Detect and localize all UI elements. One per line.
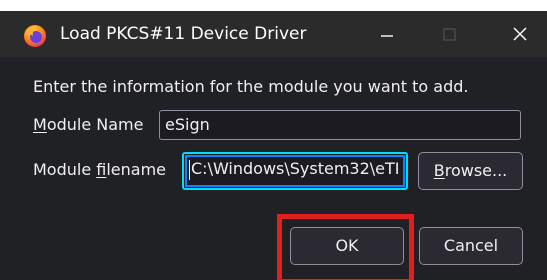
cancel-button[interactable]: Cancel: [419, 227, 523, 265]
browse-button[interactable]: Browse...: [418, 152, 523, 190]
module-filename-label-text: ilename: [106, 160, 167, 179]
module-name-label-text: odule Name: [46, 115, 144, 134]
text-caret: [189, 159, 190, 180]
module-filename-label-prefix: Module: [33, 160, 97, 179]
dialog-window: Load PKCS#11 Device Driver Enter the inf…: [0, 11, 547, 280]
module-name-accesskey: M: [33, 115, 47, 134]
module-name-label: Module Name: [33, 115, 143, 135]
module-filename-label: Module filename: [33, 160, 166, 180]
title-bar[interactable]: Load PKCS#11 Device Driver: [0, 11, 547, 57]
dialog-body: Enter the information for the module you…: [0, 57, 547, 280]
ok-highlight-box: [277, 214, 414, 280]
maximize-icon: [443, 28, 456, 41]
browse-accesskey: B: [433, 161, 445, 180]
module-filename-input[interactable]: C:\Windows\System32\eTI: [182, 152, 408, 190]
browse-label: rowse...: [444, 161, 508, 180]
intro-text: Enter the information for the module you…: [33, 77, 469, 96]
window-title: Load PKCS#11 Device Driver: [60, 24, 307, 44]
maximize-button[interactable]: [418, 11, 480, 57]
minimize-button[interactable]: [356, 11, 418, 57]
close-icon: [513, 27, 527, 41]
close-button[interactable]: [480, 11, 542, 57]
module-name-input[interactable]: eSign: [159, 110, 521, 140]
module-name-value: eSign: [165, 115, 210, 134]
firefox-icon: [24, 25, 46, 47]
minimize-icon: [381, 35, 393, 37]
module-filename-value: C:\Windows\System32\eTI: [191, 159, 400, 178]
module-filename-accesskey: f: [96, 160, 107, 179]
